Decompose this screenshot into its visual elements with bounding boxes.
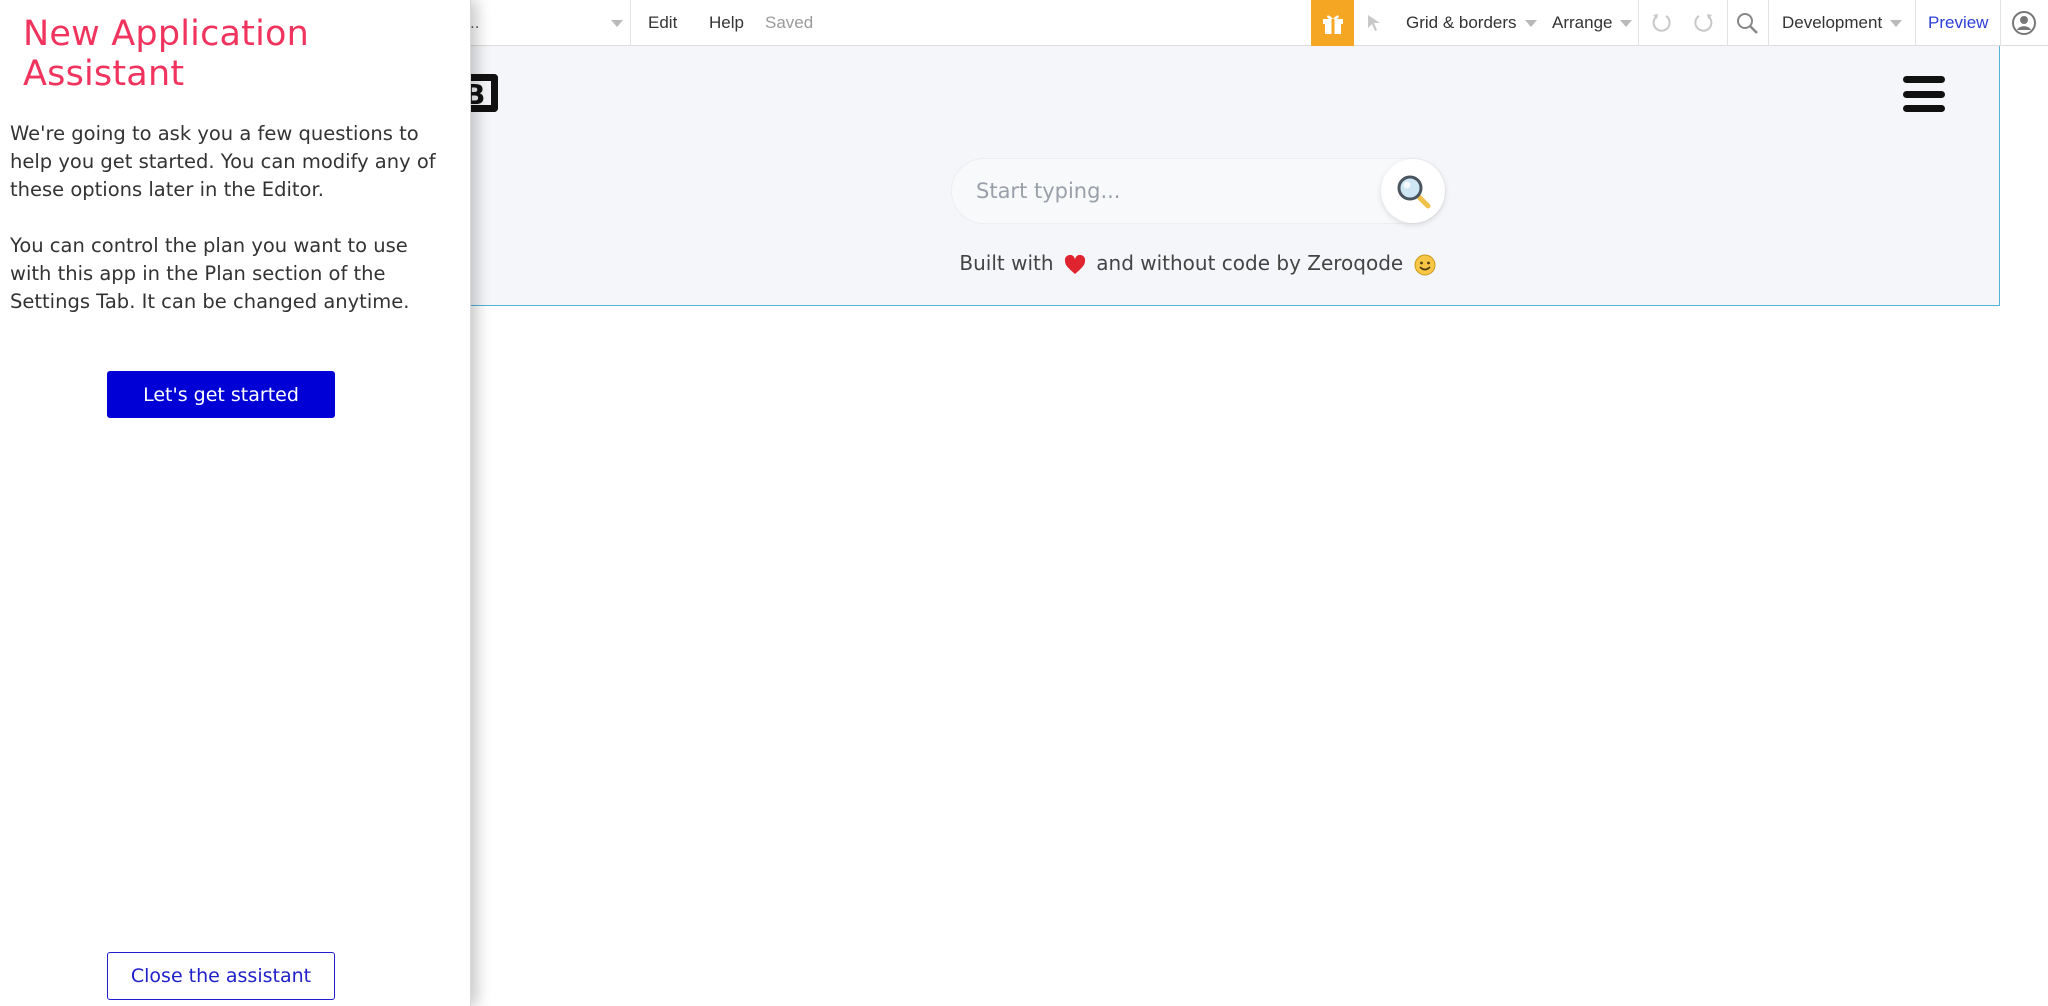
saved-status: Saved [765,0,813,46]
edit-menu[interactable]: Edit [648,0,677,46]
get-started-button[interactable]: Let's get started [107,371,335,418]
footer-suffix: and without code by Zeroqode [1096,251,1404,275]
close-assistant-button[interactable]: Close the assistant [107,952,335,1000]
gift-button[interactable] [1311,0,1354,46]
preview-label: Preview [1928,13,1989,32]
smile-icon [1414,254,1436,275]
saved-status-label: Saved [765,13,814,32]
magnifier-icon [1397,175,1431,209]
assistant-title: New Application Assistant [23,14,310,94]
footer-credit: Built with and without code by Zeroqode [400,251,1999,276]
arrange-menu[interactable]: Arrange [1552,0,1633,46]
user-icon [2012,11,2036,35]
hamburger-icon[interactable] [1903,76,1945,112]
search-icon [1737,13,1758,34]
canvas-page: Built with and without code by Zeroqode [400,46,2000,306]
toolbar-divider [1768,0,1769,46]
grid-borders-menu[interactable]: Grid & borders [1406,0,1537,46]
page-select[interactable]: .. [470,0,479,46]
hamburger-bar [1903,105,1945,112]
edit-menu-label: Edit [648,13,678,32]
toolbar-divider [1915,0,1916,46]
search-input[interactable] [976,179,1376,203]
hamburger-bar [1903,90,1945,98]
search-button[interactable] [1381,159,1445,223]
grid-borders-label: Grid & borders [1406,13,1517,32]
chevron-down-icon [611,19,623,27]
toolbar-divider [630,0,631,46]
chevron-down-icon [1524,19,1537,27]
environment-label: Development [1782,13,1883,32]
page-select-value: .. [470,13,480,32]
redo-button[interactable] [1693,0,1715,46]
help-menu-label: Help [709,13,744,32]
heart-icon [1064,254,1085,274]
search-bar [951,158,1446,224]
environment-menu[interactable]: Development [1782,0,1903,46]
page-select-caret[interactable] [603,0,623,46]
cursor-icon [1368,15,1380,31]
assistant-plan-text: You can control the plan you want to use… [10,234,410,313]
redo-icon [1694,14,1713,32]
toolbar-divider [1727,0,1728,46]
undo-icon [1652,14,1671,32]
assistant-intro-text: We're going to ask you a few questions t… [10,122,436,201]
footer-prefix: Built with [959,251,1054,275]
new-application-assistant-panel: New Application Assistant We're going to… [0,0,471,1006]
toolbar-divider [1638,0,1639,46]
toolbar-divider [2000,0,2001,46]
chevron-down-icon [1620,19,1633,27]
preview-link[interactable]: Preview [1928,0,1988,46]
account-button[interactable] [2012,0,2036,46]
gift-icon [1322,15,1343,34]
search-tool-button[interactable] [1735,0,1759,46]
hamburger-bar [1903,76,1945,83]
arrange-label: Arrange [1552,13,1613,32]
chevron-down-icon [1890,19,1903,27]
undo-button[interactable] [1650,0,1672,46]
help-menu[interactable]: Help [709,0,744,46]
select-tool-button[interactable] [1365,0,1385,46]
